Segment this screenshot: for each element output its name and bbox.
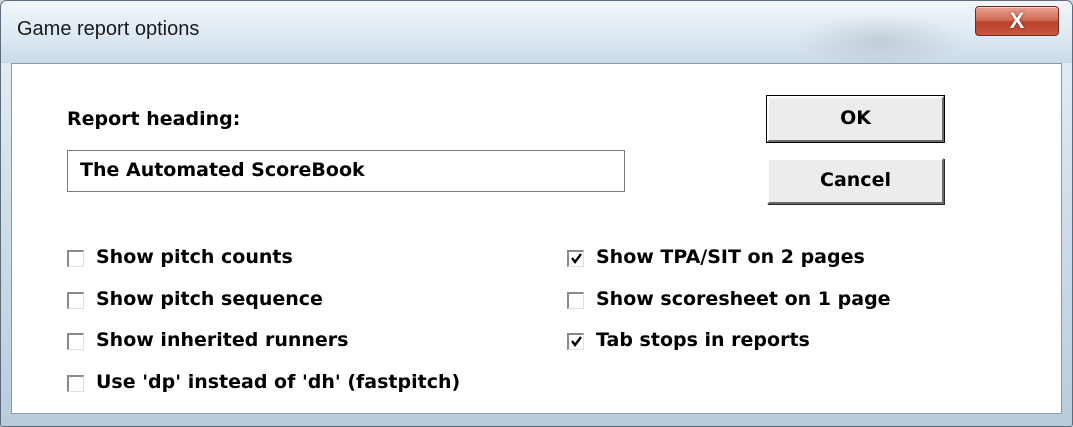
option-label: Show TPA/SIT on 2 pages: [596, 246, 865, 268]
checkbox[interactable]: [67, 375, 84, 392]
checkbox[interactable]: [67, 292, 84, 309]
option-label: Show pitch counts: [96, 246, 293, 268]
checkbox[interactable]: [567, 292, 584, 309]
ok-button[interactable]: OK: [766, 95, 945, 143]
option-label: Show scoresheet on 1 page: [596, 288, 891, 310]
cancel-button[interactable]: Cancel: [767, 158, 944, 204]
checkbox[interactable]: [567, 333, 584, 350]
dialog-window: Game report options X Report heading: Th…: [0, 0, 1073, 427]
title-bar[interactable]: Game report options X: [1, 1, 1072, 63]
checkmark-icon: [571, 336, 582, 347]
dialog-body: Report heading: The Automated ScoreBook …: [11, 63, 1062, 414]
option-label: Use 'dp' instead of 'dh' (fastpitch): [96, 371, 461, 393]
window-title: Game report options: [17, 18, 200, 40]
close-icon: X: [1009, 8, 1025, 33]
checkbox[interactable]: [67, 333, 84, 350]
report-heading-input[interactable]: The Automated ScoreBook: [67, 150, 625, 192]
checkmark-icon: [571, 253, 582, 264]
option-label: Tab stops in reports: [596, 329, 810, 351]
option-label: Show inherited runners: [96, 329, 349, 351]
option-label: Show pitch sequence: [96, 288, 323, 310]
checkbox[interactable]: [67, 250, 84, 267]
checkbox[interactable]: [567, 250, 584, 267]
report-heading-label: Report heading:: [67, 108, 241, 130]
close-button[interactable]: X: [975, 6, 1059, 36]
